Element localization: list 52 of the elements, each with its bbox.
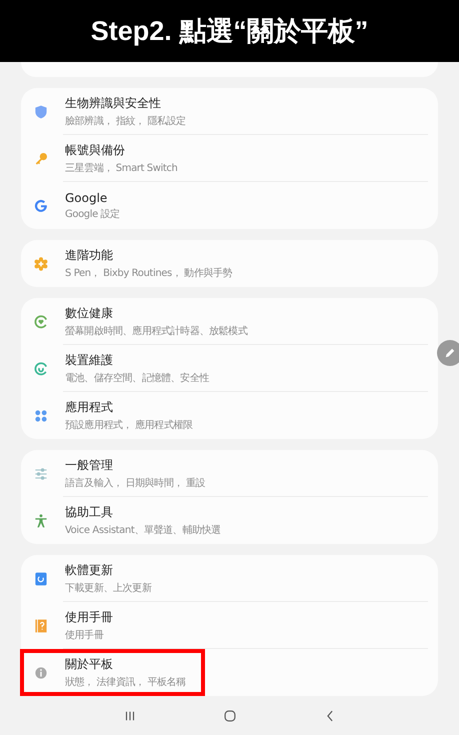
item-subtitle: 電池、儲存空間、記憶體、安全性 — [65, 372, 210, 385]
person-icon — [33, 512, 49, 528]
item-title: 使用手冊 — [65, 609, 113, 626]
item-title: 協助工具 — [65, 504, 114, 521]
item-subtitle: 語言及輸入， 日期與時間， 重設 — [65, 476, 205, 490]
item-title: 數位健康 — [65, 305, 114, 322]
refresh-icon — [33, 570, 49, 586]
info-icon — [33, 664, 49, 680]
google-icon — [33, 198, 49, 214]
item-subtitle: 預設應用程式， 應用程式權限 — [65, 418, 193, 432]
settings-item[interactable]: 軟體更新 下載更新、上次更新 — [21, 555, 438, 602]
settings-item[interactable]: 一般管理 語言及輸入， 日期與時間， 重設 — [21, 450, 438, 497]
sliders-icon — [33, 466, 49, 482]
caption-title: Step2. 點選“關於平板” — [90, 15, 368, 48]
item-subtitle: 使用手冊 — [65, 628, 104, 642]
ring-icon — [33, 360, 49, 376]
settings-item[interactable]: 關於平板 狀態， 法律資訊， 平板名稱 — [21, 649, 438, 696]
item-subtitle: 狀態， 法律資訊， 平板名稱 — [65, 676, 186, 689]
settings-item[interactable]: 數位健康 螢幕開啟時間、應用程式計時器、放鬆模式 — [21, 298, 438, 345]
gear-icon — [33, 256, 49, 272]
settings-item[interactable]: 帳號與備份 三星雲端， Smart Switch — [21, 135, 438, 182]
settings-item[interactable]: 應用程式 預設應用程式， 應用程式權限 — [21, 392, 438, 439]
settings-item[interactable]: 使用手冊 使用手冊 — [21, 602, 438, 649]
settings-item[interactable]: Google Google 設定 — [21, 182, 438, 229]
key-icon — [33, 150, 49, 166]
settings-item[interactable]: 裝置維護 電池、儲存空間、記憶體、安全性 — [21, 345, 438, 392]
item-subtitle: S Pen， Bixby Routines， 動作與手勢 — [65, 266, 232, 280]
settings-item[interactable]: 協助工具 Voice Assistant、單聲道、輔助快選 — [21, 497, 438, 544]
item-title: 進階功能 — [65, 247, 114, 264]
item-title: 應用程式 — [65, 399, 114, 416]
book-icon — [33, 618, 49, 634]
item-title: 關於平板 — [65, 656, 114, 673]
item-title: 生物辨識與安全性 — [65, 95, 162, 112]
item-subtitle: Google 設定 — [65, 208, 120, 220]
item-subtitle: 下載更新、上次更新 — [65, 582, 152, 595]
edit-button[interactable] — [437, 340, 459, 366]
settings-item[interactable]: 生物辨識與安全性 臉部辨識， 指紋， 隱私設定 — [21, 88, 438, 135]
item-title: 裝置維護 — [65, 352, 114, 369]
item-subtitle: 螢幕開啟時間、應用程式計時器、放鬆模式 — [65, 324, 248, 338]
home-icon — [222, 709, 236, 723]
dots-grid-icon — [33, 408, 49, 424]
item-title: Google — [65, 190, 108, 204]
item-title: 一般管理 — [65, 457, 114, 474]
item-title: 帳號與備份 — [65, 142, 126, 159]
item-subtitle: 臉部辨識， 指紋， 隱私設定 — [65, 114, 186, 128]
item-title: 軟體更新 — [65, 562, 114, 579]
settings-item[interactable]: 進階功能 S Pen， Bixby Routines， 動作與手勢 — [21, 240, 438, 287]
item-subtitle: Voice Assistant、單聲道、輔助快選 — [65, 524, 221, 537]
item-subtitle: 三星雲端， Smart Switch — [65, 162, 178, 175]
heart-ring-icon — [33, 314, 49, 330]
shield-icon — [33, 104, 49, 120]
pen-icon — [443, 346, 457, 360]
